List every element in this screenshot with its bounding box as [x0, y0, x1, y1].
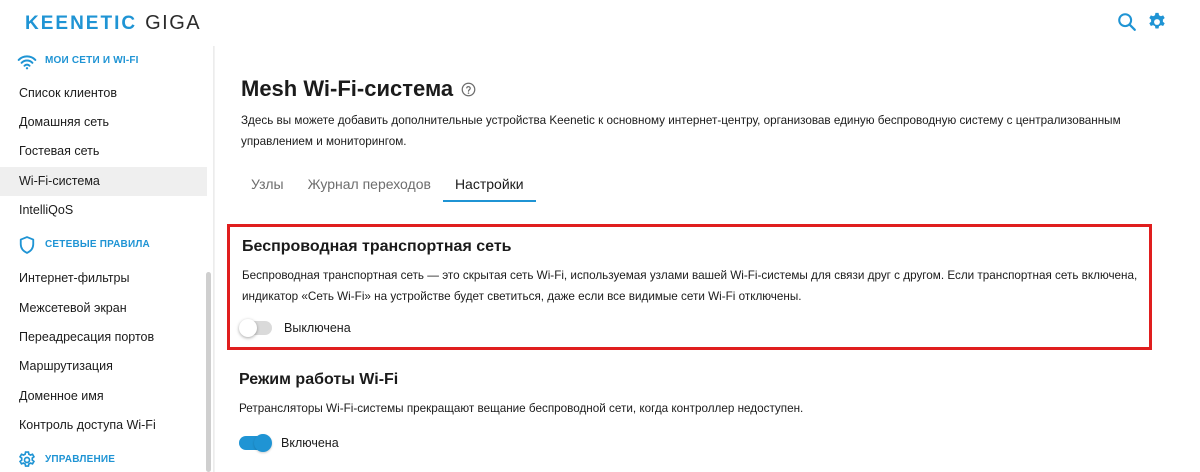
page-title: Mesh Wi-Fi-система: [241, 76, 454, 101]
sidebar: МОИ СЕТИ И WI-FI Список клиентов Домашня…: [0, 46, 214, 472]
sidebar-item-firewall[interactable]: Межсетевой экран: [0, 294, 207, 323]
brand-name: KEENETIC: [25, 13, 138, 34]
tabs: Узлы Журнал переходов Настройки: [239, 168, 536, 202]
tab-settings[interactable]: Настройки: [442, 168, 536, 202]
page-title-row: Mesh Wi-Fi-система: [241, 76, 476, 102]
model-name: GIGA: [145, 12, 202, 34]
sidebar-scrollbar[interactable]: [206, 272, 211, 472]
tab-transition-log[interactable]: Журнал переходов: [296, 168, 443, 202]
wifi-mode-toggle-row[interactable]: Включена: [239, 434, 339, 452]
sidebar-item-wifi-system[interactable]: Wi-Fi-система: [0, 167, 207, 196]
wifi-mode-description: Ретрансляторы Wi-Fi-системы прекращают в…: [239, 402, 804, 415]
toggle-knob: [254, 434, 272, 452]
sidebar-item-home-network[interactable]: Домашняя сеть: [0, 108, 207, 137]
wifi-mode-section: Режим работы Wi-Fi Ретрансляторы Wi-Fi-с…: [227, 364, 1152, 464]
backhaul-toggle-row[interactable]: Выключена: [239, 319, 351, 337]
sidebar-item-guest-network[interactable]: Гостевая сеть: [0, 137, 207, 166]
backhaul-title: Беспроводная транспортная сеть: [242, 238, 512, 255]
sidebar-item-wifi-access-control[interactable]: Контроль доступа Wi-Fi: [0, 411, 207, 440]
backhaul-toggle[interactable]: [239, 319, 272, 337]
backhaul-section: Беспроводная транспортная сеть Беспровод…: [227, 224, 1152, 350]
wifi-icon: [17, 55, 37, 70]
sidebar-section-title: СЕТЕВЫЕ ПРАВИЛА: [45, 239, 150, 250]
sidebar-item-intelliqos[interactable]: IntelliQoS: [0, 196, 207, 225]
main-content: Mesh Wi-Fi-система Здесь вы можете добав…: [215, 46, 1200, 472]
sidebar-section-management[interactable]: УПРАВЛЕНИЕ: [0, 450, 213, 470]
top-bar: KEENETIC GIGA: [0, 0, 1200, 46]
wifi-mode-toggle-label: Включена: [281, 436, 339, 450]
logo[interactable]: KEENETIC GIGA: [25, 12, 201, 35]
wifi-mode-title: Режим работы Wi-Fi: [239, 371, 399, 388]
gear-icon: [18, 451, 36, 467]
tab-nodes[interactable]: Узлы: [239, 168, 296, 202]
sidebar-section-network-rules[interactable]: СЕТЕВЫЕ ПРАВИЛА: [0, 235, 213, 255]
toggle-knob: [239, 319, 257, 337]
gear-icon[interactable]: [1146, 11, 1168, 33]
shield-icon: [19, 236, 35, 254]
sidebar-section-title: МОИ СЕТИ И WI-FI: [45, 55, 139, 66]
sidebar-item-clients[interactable]: Список клиентов: [0, 79, 207, 108]
backhaul-toggle-label: Выключена: [284, 321, 351, 335]
sidebar-item-port-forwarding[interactable]: Переадресация портов: [0, 323, 207, 352]
sidebar-item-internet-filters[interactable]: Интернет-фильтры: [0, 264, 207, 293]
sidebar-section-my-networks[interactable]: МОИ СЕТИ И WI-FI: [0, 52, 213, 70]
wifi-mode-toggle[interactable]: [239, 434, 272, 452]
sidebar-item-routing[interactable]: Маршрутизация: [0, 352, 207, 381]
question-circle-icon[interactable]: [461, 82, 476, 97]
page-description: Здесь вы можете добавить дополнительные …: [241, 114, 1121, 148]
sidebar-section-title: УПРАВЛЕНИЕ: [45, 454, 116, 465]
sidebar-item-domain-name[interactable]: Доменное имя: [0, 382, 207, 411]
backhaul-description: Беспроводная транспортная сеть — это скр…: [242, 269, 1138, 303]
search-icon[interactable]: [1116, 11, 1138, 33]
